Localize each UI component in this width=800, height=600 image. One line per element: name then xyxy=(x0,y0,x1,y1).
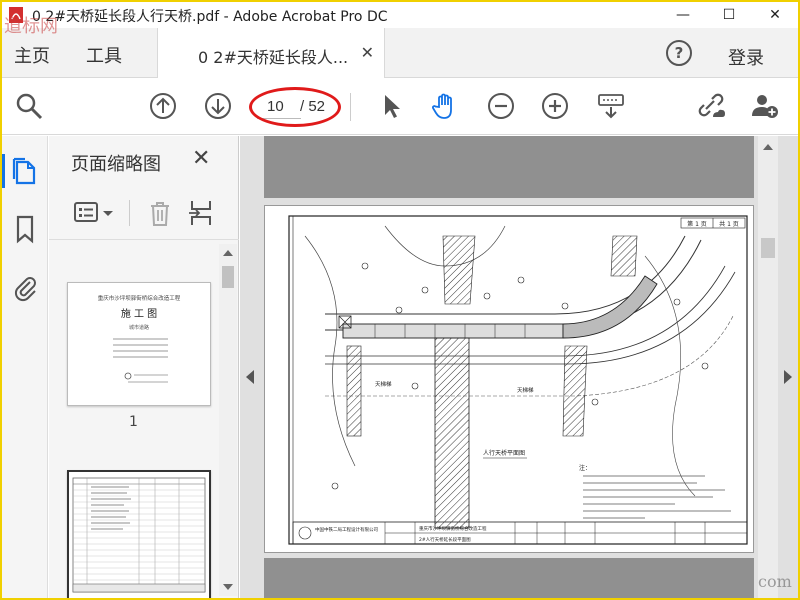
close-window-button[interactable]: ✕ xyxy=(752,2,798,28)
sheet-total: 共 1 页 xyxy=(719,220,739,228)
panel-title: 页面缩略图 xyxy=(71,154,161,175)
thumbnail-cover-graphic: 重庆市沙坪坝驿街桥综合改造工程 施 工 图 城市道路 xyxy=(98,294,181,383)
login-button[interactable]: 登录 xyxy=(728,44,764,70)
page-thumbnails-icon[interactable] xyxy=(11,156,39,186)
minimize-button[interactable]: — xyxy=(660,2,706,28)
share-link-icon[interactable] xyxy=(696,91,726,121)
engineering-drawing: 第 1 页 共 1 页 天梯梯 天梯梯 人行天桥平面图 注： 中国中铁二局工程设… xyxy=(288,215,748,545)
panel-toolbar-divider xyxy=(129,200,130,226)
attachment-icon[interactable] xyxy=(11,272,39,302)
previous-page-strip xyxy=(264,136,754,198)
window-title: 0 2#天桥延长段人行天桥.pdf - Adobe Acrobat Pro DC xyxy=(32,9,388,25)
keyboard-download-icon[interactable] xyxy=(596,91,626,121)
thumb-line3: 城市道路 xyxy=(129,324,149,331)
active-rail-indicator xyxy=(2,154,5,188)
thumbnail-scrollbar[interactable] xyxy=(219,244,237,596)
tab-bar: 主页 工具 0 2#天桥延长段人... ✕ ? 登录 xyxy=(2,28,798,78)
page-thumbnails-panel: 页面缩略图 ✕ 重庆市沙坪坝驿街桥综合改造工程 施 工 图 城市道路 1 xyxy=(49,136,239,598)
thumbnail-list: 重庆市沙坪坝驿街桥综合改造工程 施 工 图 城市道路 1 xyxy=(49,244,221,598)
previous-page-icon[interactable] xyxy=(148,91,178,121)
zoom-search-icon[interactable] xyxy=(14,91,44,121)
sheet-number: 第 1 页 xyxy=(687,220,707,228)
highlight-ellipse xyxy=(249,87,341,127)
project-name: 重庆市沙坪坝驿街桥综合改造工程 xyxy=(419,525,487,532)
watermark-logo: 道标网 xyxy=(4,16,58,37)
label-stair-left: 天梯梯 xyxy=(375,380,392,388)
document-tab-label: 0 2#天桥延长段人... xyxy=(198,48,349,67)
insert-page-icon[interactable] xyxy=(187,198,217,228)
navigation-rail xyxy=(2,136,48,598)
collapse-left-panel-arrow[interactable] xyxy=(246,370,254,384)
toolbar-divider xyxy=(350,93,351,121)
scrollbar-thumb[interactable] xyxy=(222,266,234,288)
close-panel-button[interactable]: ✕ xyxy=(192,146,210,171)
notes-title: 注： xyxy=(579,464,591,472)
scroll-up-arrow[interactable] xyxy=(223,250,233,256)
maximize-button[interactable]: ☐ xyxy=(706,2,752,28)
tab-tools[interactable]: 工具 xyxy=(86,42,122,68)
select-cursor-icon[interactable] xyxy=(377,91,407,121)
next-page-strip xyxy=(264,558,754,598)
help-button[interactable]: ? xyxy=(666,40,692,66)
close-document-tab-button[interactable]: ✕ xyxy=(361,43,374,62)
watermark-com: com xyxy=(758,572,792,591)
hand-tool-icon[interactable] xyxy=(430,91,460,121)
add-user-icon[interactable] xyxy=(750,91,780,121)
expand-right-panel-arrow[interactable] xyxy=(784,370,792,384)
tab-document[interactable]: 0 2#天桥延长段人... ✕ xyxy=(157,28,385,78)
zoom-in-icon[interactable] xyxy=(540,91,570,121)
thumb-line1: 重庆市沙坪坝驿街桥综合改造工程 xyxy=(98,294,181,302)
app-window: 0 2#天桥延长段人行天桥.pdf - Adobe Acrobat Pro DC… xyxy=(0,0,800,600)
thumbnail-options-icon[interactable] xyxy=(73,198,103,228)
thumb-line2: 施 工 图 xyxy=(121,307,157,320)
plan-title: 人行天桥平面图 xyxy=(483,449,525,457)
tab-home[interactable]: 主页 xyxy=(14,42,50,68)
scroll-down-arrow[interactable] xyxy=(223,584,233,590)
thumbnail-page-number: 1 xyxy=(129,414,138,430)
panel-toolbar xyxy=(49,186,239,240)
zoom-out-icon[interactable] xyxy=(486,91,516,121)
title-bar: 0 2#天桥延长段人行天桥.pdf - Adobe Acrobat Pro DC… xyxy=(2,2,798,28)
delete-page-icon[interactable] xyxy=(145,198,175,228)
thumbnail-table-graphic xyxy=(72,477,206,593)
chevron-down-icon[interactable] xyxy=(101,198,115,228)
thumbnail-page-2[interactable] xyxy=(67,470,211,598)
next-page-icon[interactable] xyxy=(203,91,233,121)
viewer-scroll-up-arrow[interactable] xyxy=(763,144,773,150)
viewer-scrollbar[interactable] xyxy=(758,136,778,598)
main-toolbar: 10 / 52 xyxy=(2,79,798,135)
pdf-page[interactable]: 第 1 页 共 1 页 天梯梯 天梯梯 人行天桥平面图 注： 中国中铁二局工程设… xyxy=(264,205,754,553)
bookmark-icon[interactable] xyxy=(11,214,39,244)
viewer-scrollbar-thumb[interactable] xyxy=(761,238,775,258)
label-stair-right: 天梯梯 xyxy=(517,386,534,394)
drawing-name: 2#人行天桥延长段平面图 xyxy=(419,536,471,543)
company-name: 中国中铁二局工程设计有限公司 xyxy=(315,526,378,533)
thumbnail-page-1[interactable]: 重庆市沙坪坝驿街桥综合改造工程 施 工 图 城市道路 xyxy=(67,282,211,406)
